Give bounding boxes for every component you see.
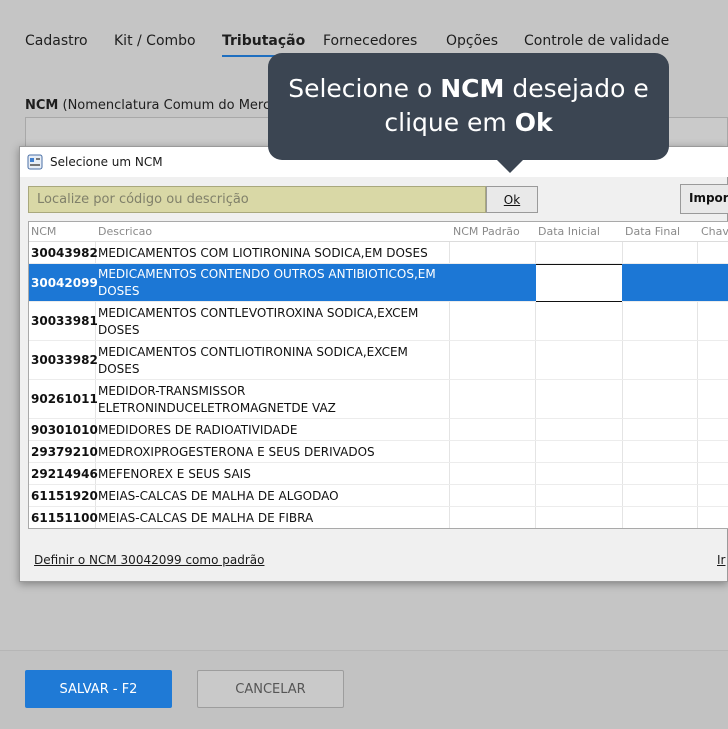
column-header-ncm[interactable]: NCM (31, 225, 56, 238)
ncm-code: 30043982 (31, 246, 98, 260)
define-default-ncm-link[interactable]: Definir o NCM 30042099 como padrão (34, 553, 264, 567)
tab-cadastro[interactable]: Cadastro (25, 33, 88, 49)
tooltip-bold-ok: Ok (514, 108, 553, 137)
ncm-field-label: NCM (Nomenclatura Comum do Mercosul) (25, 98, 302, 113)
data-inicial-editor[interactable] (536, 264, 622, 302)
ncm-description: MEIAS-CALCAS DE MALHA DE ALGODAO (98, 489, 339, 503)
ncm-description: MEDICAMENTOS COM LIOTIRONINA SODICA,EM D… (98, 246, 428, 260)
ncm-description: MEDICAMENTOS CONTLIOTIRONINA SODICA,EXCE… (98, 345, 408, 376)
ncm-description: MEFENOREX E SEUS SAIS (98, 467, 251, 481)
ncm-code: 30033981 (31, 314, 98, 328)
save-button[interactable]: SALVAR - F2 (25, 670, 172, 708)
table-row-selected[interactable]: 30042099 MEDICAMENTOS CONTENDO OUTROS AN… (29, 264, 728, 302)
ncm-code: 90301010 (31, 423, 98, 437)
tab-opcoes[interactable]: Opções (446, 33, 498, 49)
column-header-data-final[interactable]: Data Final (625, 225, 680, 238)
ncm-code: 30033982 (31, 353, 98, 367)
ncm-label-bold: NCM (25, 98, 59, 113)
table-row[interactable]: 90261011 MEDIDOR-TRANSMISSOR ELETRONINDU… (29, 380, 728, 419)
tooltip-text-1: Selecione o (288, 74, 441, 103)
select-ncm-dialog: Selecione um NCM Ok Importar NCM Descric… (19, 146, 728, 582)
tab-fornecedores[interactable]: Fornecedores (323, 33, 417, 49)
search-input[interactable] (28, 186, 486, 213)
table-row[interactable]: 30033981 MEDICAMENTOS CONTLEVOTIROXINA S… (29, 302, 728, 341)
table-row[interactable]: 29214946 MEFENOREX E SEUS SAIS (29, 463, 728, 485)
column-header-data-inicial[interactable]: Data Inicial (538, 225, 600, 238)
ncm-code: 29379210 (31, 445, 98, 459)
ncm-description: MEDIDORES DE RADIOATIVIDADE (98, 423, 298, 437)
table-row[interactable]: 29379210 MEDROXIPROGESTERONA E SEUS DERI… (29, 441, 728, 463)
tab-controle-validade[interactable]: Controle de validade (524, 33, 669, 49)
ncm-description: MEDROXIPROGESTERONA E SEUS DERIVADOS (98, 445, 375, 459)
table-row[interactable]: 90301010 MEDIDORES DE RADIOATIVIDADE (29, 419, 728, 441)
ncm-code: 30042099 (31, 276, 98, 290)
ncm-label-rest: (Nomenclatura Comum do Mercosul) (58, 98, 302, 113)
tab-tributacao[interactable]: Tributação (222, 33, 305, 49)
import-button[interactable]: Importar (680, 184, 728, 214)
ncm-code: 90261011 (31, 392, 98, 406)
tab-kit-combo[interactable]: Kit / Combo (114, 33, 196, 49)
ncm-description: MEIAS-CALCAS DE MALHA DE FIBRA SINTETICA… (98, 511, 314, 525)
ok-button[interactable]: Ok (486, 186, 538, 213)
column-header-ncm-padrao[interactable]: NCM Padrão (453, 225, 520, 238)
ncm-description: MEDICAMENTOS CONTENDO OUTROS ANTIBIOTICO… (98, 267, 436, 298)
table-row[interactable]: 61151100 MEIAS-CALCAS DE MALHA DE FIBRA … (29, 507, 728, 528)
ncm-description: MEDICAMENTOS CONTLEVOTIROXINA SODICA,EXC… (98, 306, 419, 337)
ir-link[interactable]: Ir (717, 553, 725, 567)
table-row[interactable]: 30043982 MEDICAMENTOS COM LIOTIRONINA SO… (29, 242, 728, 264)
ncm-code: 61151100 (31, 511, 98, 525)
ncm-code: 29214946 (31, 467, 98, 481)
tooltip-bold-ncm: NCM (440, 74, 505, 103)
tooltip-pointer (496, 159, 524, 173)
instruction-tooltip: Selecione o NCM desejado e clique em Ok (268, 53, 669, 160)
table-row[interactable]: 30033982 MEDICAMENTOS CONTLIOTIRONINA SO… (29, 341, 728, 380)
ncm-description: MEDIDOR-TRANSMISSOR ELETRONINDUCELETROMA… (98, 384, 336, 415)
ncm-code: 61151920 (31, 489, 98, 503)
table-row[interactable]: 61151920 MEIAS-CALCAS DE MALHA DE ALGODA… (29, 485, 728, 507)
app-icon (27, 154, 43, 170)
table-header: NCM Descricao NCM Padrão Data Inicial Da… (29, 222, 728, 242)
cancel-button[interactable]: CANCELAR (197, 670, 344, 708)
column-header-chave[interactable]: Chave (701, 225, 728, 238)
column-header-descricao[interactable]: Descricao (98, 225, 152, 238)
ncm-table[interactable]: NCM Descricao NCM Padrão Data Inicial Da… (28, 221, 728, 529)
dialog-title: Selecione um NCM (50, 155, 163, 169)
